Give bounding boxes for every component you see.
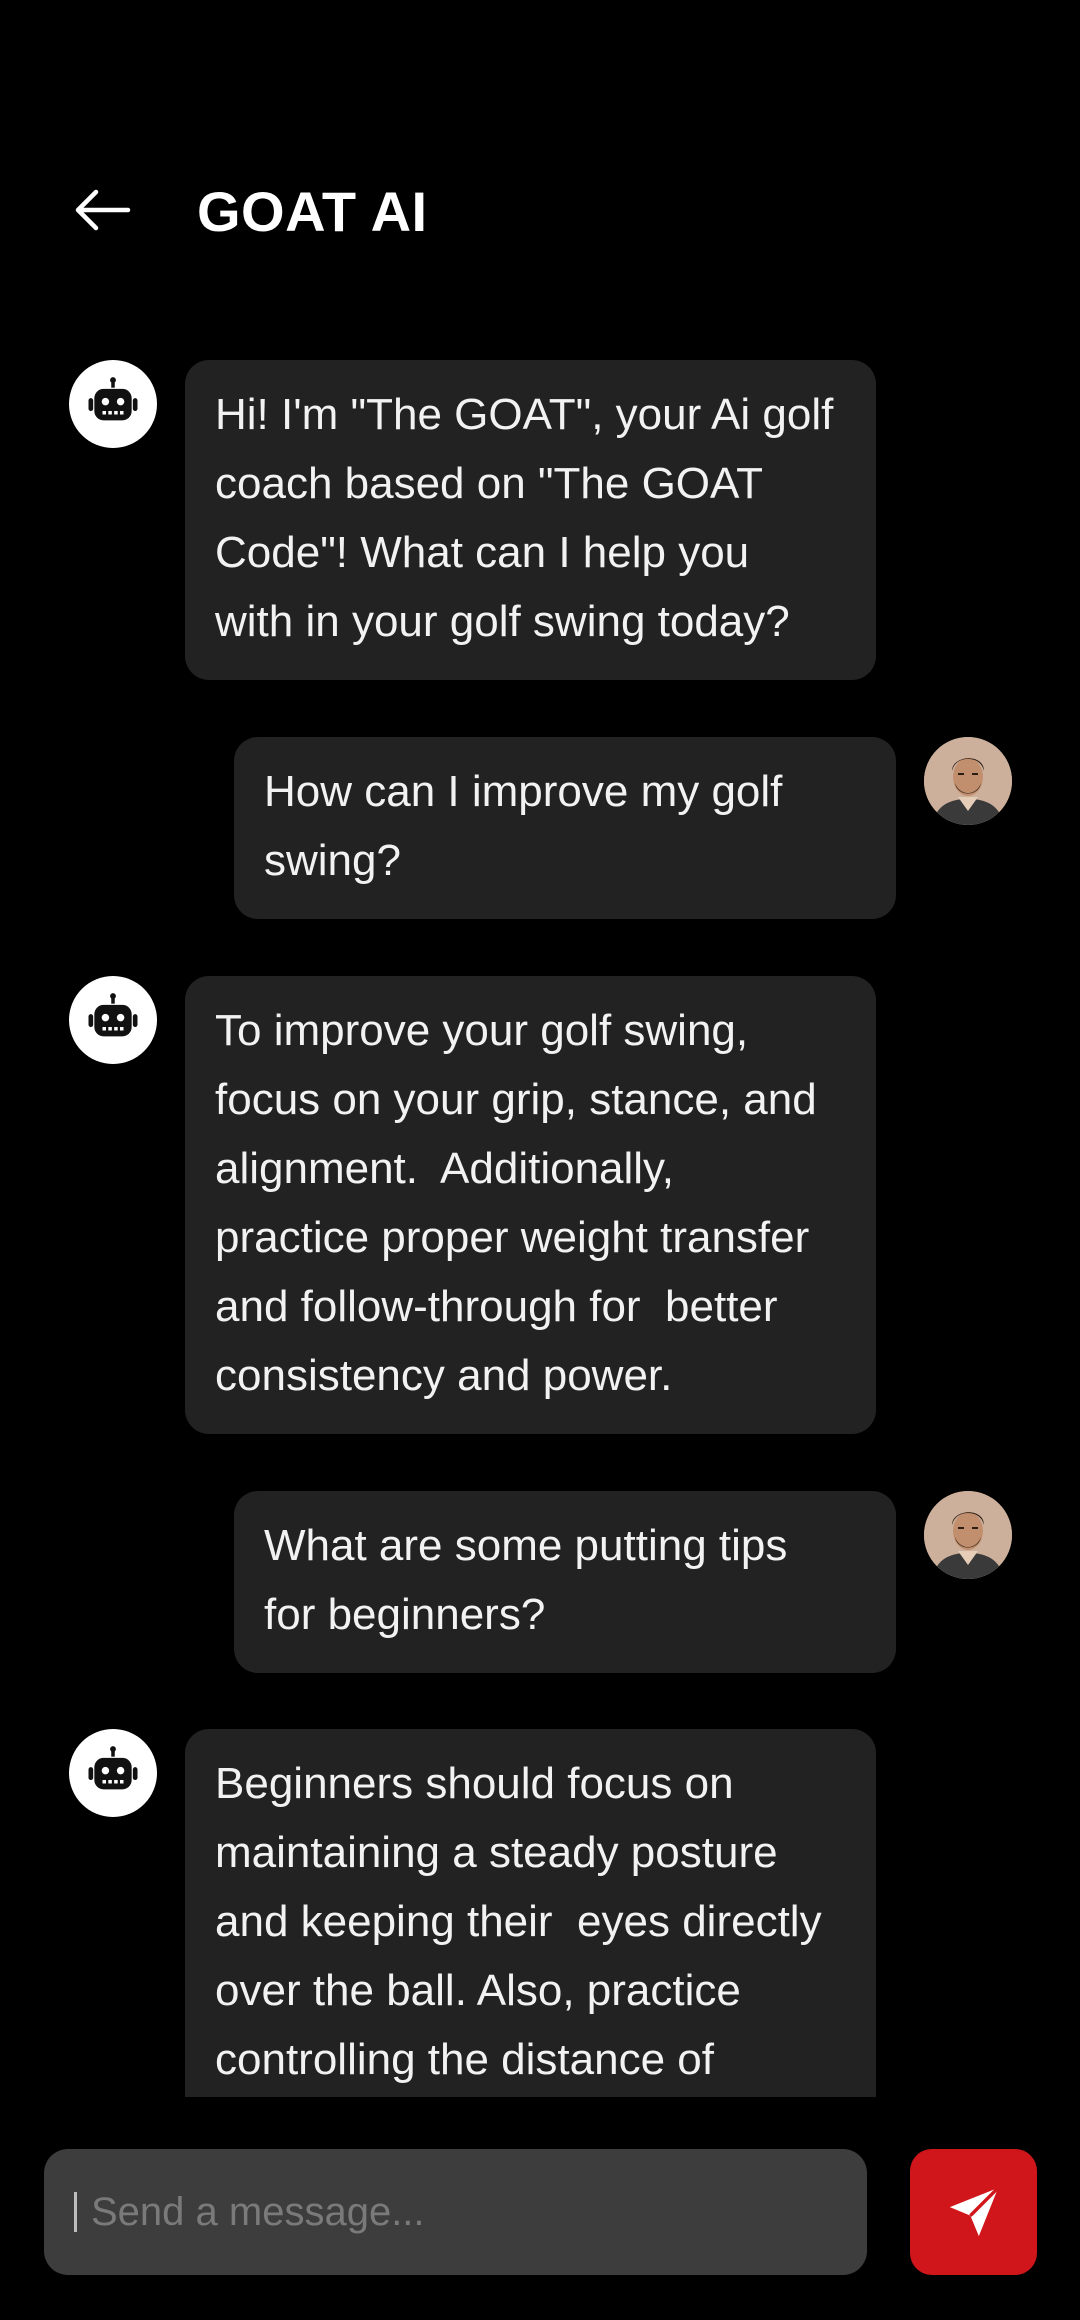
- user-portrait: [924, 1491, 1012, 1579]
- bot-avatar: [69, 1729, 157, 1817]
- send-button[interactable]: [910, 2149, 1037, 2275]
- message-bubble: What are some putting tips for beginners…: [234, 1491, 896, 1673]
- robot-icon: [88, 1746, 138, 1790]
- message-input-box[interactable]: [44, 2149, 867, 2275]
- robot-icon: [88, 377, 138, 421]
- send-icon: [949, 2186, 999, 2237]
- user-avatar: [924, 737, 1012, 825]
- text-caret: [74, 2192, 77, 2232]
- back-button[interactable]: [62, 170, 142, 250]
- robot-icon: [88, 993, 138, 1037]
- message-input[interactable]: [91, 2189, 837, 2235]
- user-avatar: [924, 1491, 1012, 1579]
- message-bubble: How can I improve my golf swing?: [234, 737, 896, 919]
- message-bubble: To improve your golf swing, focus on you…: [185, 976, 876, 1434]
- app-header: GOAT AI: [0, 0, 1080, 300]
- bot-avatar: [69, 976, 157, 1064]
- arrow-left-icon: [75, 189, 131, 231]
- composer: [0, 2097, 1080, 2320]
- user-portrait: [924, 737, 1012, 825]
- message-bubble: Beginners should focus on maintaining a …: [185, 1729, 876, 2097]
- message-bubble: Hi! I'm "The GOAT", your Ai golf coach b…: [185, 360, 876, 680]
- chat-thread[interactable]: Hi! I'm "The GOAT", your Ai golf coach b…: [0, 300, 1080, 2097]
- bot-avatar: [69, 360, 157, 448]
- page-title: GOAT AI: [197, 180, 428, 243]
